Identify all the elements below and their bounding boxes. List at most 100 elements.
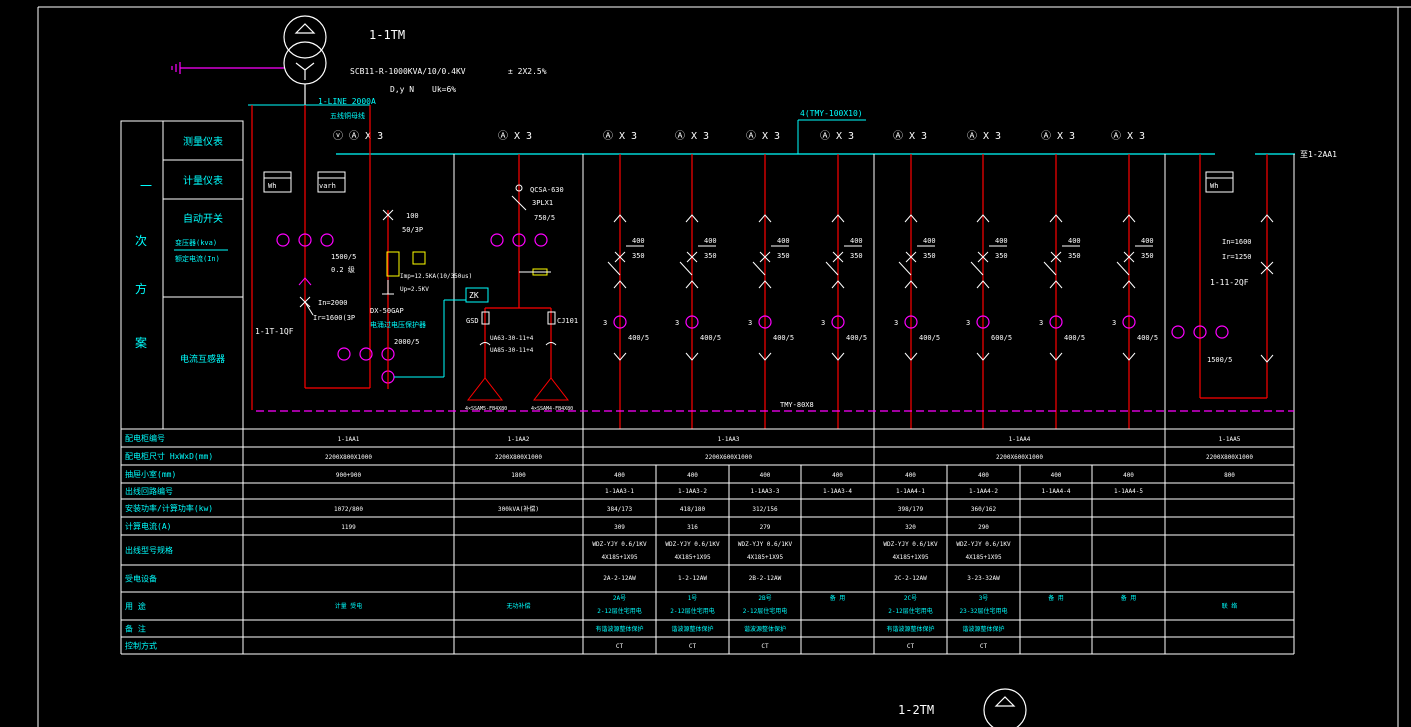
circuit-8: 1-1AA4-5	[1114, 488, 1143, 495]
equipment-1: 2A-2-12AW	[603, 575, 636, 582]
feeder-phase-label: 3	[894, 319, 898, 327]
drawer-7: 400	[1051, 472, 1062, 479]
drawer-4: 400	[832, 472, 843, 479]
tie-in-label: In=1600	[1222, 238, 1252, 246]
feeder-3: 400 350 3 400/5	[748, 154, 794, 429]
cable-b-5: 4X185+1X95	[892, 554, 929, 561]
use-b-5: 2-12层住宅用电	[888, 607, 932, 615]
spd-breaker-label: 100	[406, 212, 419, 220]
left-main-4: 案	[135, 335, 147, 350]
feeder-frame-label: 400	[850, 237, 863, 245]
current-incoming: 1199	[341, 524, 356, 531]
inc-tag-label: 1-1T-1QF	[255, 327, 294, 336]
panel-number-5: 1-1AA5	[1219, 436, 1241, 443]
use-a-3: 2B号	[758, 595, 771, 602]
drawer-capacitor: 1800	[511, 472, 526, 479]
circuit-4: 1-1AA3-4	[823, 488, 852, 495]
cjt-label: CJ101	[557, 317, 578, 325]
feeder-frame-label: 400	[995, 237, 1008, 245]
equipment-6: 3-23-32AW	[967, 575, 1000, 582]
label-sub1: 变压器(kva)	[175, 238, 217, 247]
panel-number-2: 1-1AA2	[508, 436, 530, 443]
drawer-2: 400	[687, 472, 698, 479]
cable-b-3: 4X185+1X95	[747, 554, 784, 561]
power-5: 398/179	[898, 506, 924, 513]
feeder-ct-label: 400/5	[1137, 334, 1158, 342]
spd-note-label: 电涌过电压保护器	[370, 320, 426, 329]
equipment-3: 2B-2-12AW	[749, 575, 782, 582]
meter-group-9: Ⓐ X 3	[1041, 130, 1075, 142]
contactor2-label: UA85-30-11+4	[490, 347, 534, 354]
spd-up-label: Up=2.5KV	[400, 286, 429, 293]
inc-trip-label: Ir=1600(3P	[313, 314, 355, 322]
feeder-trip-label: 350	[1068, 252, 1081, 260]
row-label-2: 配电柜尺寸 HxWxD(mm)	[125, 451, 213, 461]
cable-a-1: WDZ-YJY 0.6/1KV	[592, 541, 647, 548]
cap-switch-label: QCSA-630	[530, 186, 564, 194]
inc-breaker-label: In=2000	[318, 299, 348, 307]
feeder-5: 400 350 3 400/5	[894, 154, 940, 429]
inc-class-label: 0.2 级	[331, 265, 355, 274]
use-capacitor: 无功补偿	[506, 602, 530, 610]
meter-group-1: ⓥ Ⓐ X 3	[333, 130, 383, 142]
meter-group-6: Ⓐ X 3	[820, 130, 854, 142]
meter-group-5: Ⓐ X 3	[746, 130, 780, 142]
row-label-6: 计算电流(A)	[125, 521, 171, 531]
feeder-trip-label: 350	[632, 252, 645, 260]
equipment-5: 2C-2-12AW	[894, 575, 927, 582]
panel-size-5: 2200X800X1000	[1206, 454, 1253, 461]
inc-ct-label: 1500/5	[331, 253, 356, 261]
panel-size-3: 2200X600X1000	[705, 454, 752, 461]
cable-b-2: 4X185+1X95	[674, 554, 711, 561]
feeder-trip-label: 350	[1141, 252, 1154, 260]
feeder-frame-label: 400	[704, 237, 717, 245]
use-b-2: 2-12层住宅用电	[670, 607, 714, 615]
control-6: CT	[980, 643, 988, 650]
feeder-trip-label: 350	[777, 252, 790, 260]
feeder-8: 400 350 3 400/5	[1112, 154, 1158, 429]
varh-meter-label: varh	[319, 182, 336, 190]
cable-a-6: WDZ-YJY 0.6/1KV	[956, 541, 1011, 548]
contactor1-label: UA63-30-11+4	[490, 335, 534, 342]
use-outgoing: 联 络	[1222, 602, 1238, 610]
cable-a-3: WDZ-YJY 0.6/1KV	[738, 541, 793, 548]
feeder-frame-label: 400	[777, 237, 790, 245]
use-a-4: 备 用	[830, 594, 846, 602]
cap-ct-label: 750/5	[534, 214, 555, 222]
feeder-frame-label: 400	[1141, 237, 1154, 245]
panel-size-4: 2200X600X1000	[996, 454, 1043, 461]
label-metering: 计量仪表	[183, 174, 223, 187]
cable-a-5: WDZ-YJY 0.6/1KV	[883, 541, 938, 548]
cap-fuse-label: 3PLX1	[532, 199, 553, 207]
incoming-panel	[251, 105, 489, 410]
tie-tag-label: 1-11-2QF	[1210, 278, 1249, 287]
drawer-8: 400	[1123, 472, 1134, 479]
control-2: CT	[689, 643, 697, 650]
use-a-6: 3号	[979, 595, 989, 602]
feeder-phase-label: 3	[675, 319, 679, 327]
power-capacitor: 300kVA(补偿)	[498, 505, 539, 513]
tie-wh-label: Wh	[1210, 182, 1218, 190]
drawer-6: 400	[978, 472, 989, 479]
meter-group-2: Ⓐ X 3	[498, 130, 532, 142]
use-b-1: 2-12层住宅用电	[597, 607, 641, 615]
single-line-diagram: 1-1TM SCB11-R-1000KVA/10/0.4KV ± 2X2.5% …	[37, 6, 1411, 727]
row-label-4: 出线回路编号	[125, 486, 173, 496]
transformer-tap: ± 2X2.5%	[508, 67, 547, 76]
feeder-circuits: 400 350 3 400/5 400 350 3 400/5 400 350 3 400/5 400 3…	[603, 154, 1158, 429]
remark-3: 谐波源整体保护	[744, 625, 786, 633]
current-6: 290	[978, 524, 989, 531]
meter-group-7: Ⓐ X 3	[893, 130, 927, 142]
power-1: 384/173	[607, 506, 633, 513]
ground-lead	[171, 62, 284, 74]
drawer-outgoing: 800	[1224, 472, 1235, 479]
remark-2: 谐波源整体保护	[671, 625, 713, 633]
use-incoming: 计量 受电	[335, 602, 363, 610]
feeder-ct-label: 600/5	[991, 334, 1012, 342]
power-2: 418/180	[680, 506, 706, 513]
label-sub2: 额定电流(In)	[175, 254, 220, 263]
feeder-4: 400 350 3 400/5	[821, 154, 867, 429]
zk-label: ZK	[469, 291, 479, 300]
cable-b-6: 4X185+1X95	[965, 554, 1002, 561]
cable-b-1: 4X185+1X95	[601, 554, 638, 561]
